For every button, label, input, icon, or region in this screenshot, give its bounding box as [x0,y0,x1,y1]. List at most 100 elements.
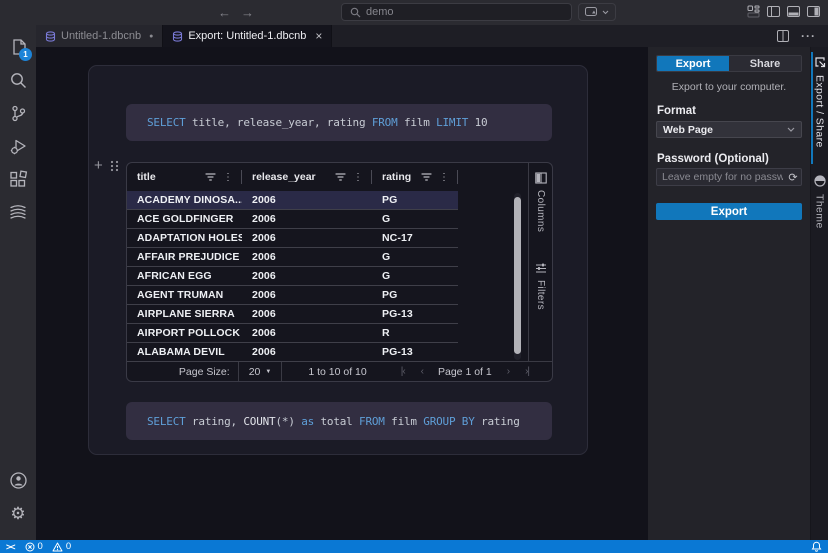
table-cell: NC-17 [382,232,413,244]
table-cell: ADAPTATION HOLES [137,232,242,244]
format-value: Web Page [663,123,713,136]
column-menu-icon[interactable]: ⋮ [223,172,233,183]
columns-icon [534,172,547,184]
tab-export-notebook[interactable]: Export: Untitled-1.dbcnb × [163,25,333,47]
sql-token: total [314,414,360,428]
table-row[interactable]: ADAPTATION HOLES 2006 NC-17 [127,229,458,248]
prev-page-icon[interactable]: ‹ [421,366,425,377]
remote-indicator-icon[interactable]: >< [6,542,15,552]
sql-token: SELECT [147,414,186,428]
column-menu-icon[interactable]: ⋮ [439,172,449,183]
first-page-icon[interactable]: |‹ [401,366,406,377]
panel-tab-strip: Export / Share Theme [810,47,828,540]
sql-cell-2[interactable]: SELECT rating, COUNT (*) as total FROM fi… [126,402,552,440]
filter-icon[interactable] [421,172,432,182]
tab-bar: Untitled-1.dbcnb ● Export: Untitled-1.db… [36,25,828,47]
table-cell: PG-13 [382,308,413,320]
table-row[interactable]: AIRPORT POLLOCK 2006 R [127,324,458,343]
last-page-icon[interactable]: ›| [525,366,530,377]
sidebar-item-source-control[interactable] [0,97,36,130]
format-select[interactable]: Web Page [656,121,802,138]
tool-panel-columns[interactable]: Columns [534,172,547,232]
customize-layout-icon[interactable] [747,5,760,18]
column-header-release_year[interactable]: release_year ⋮ [242,163,372,191]
tab-untitled-notebook[interactable]: Untitled-1.dbcnb ● [36,25,164,47]
more-actions-icon[interactable]: ··· [801,30,816,42]
tool-panel-filters[interactable]: Filters [535,262,547,310]
toggle-sidebar-right-icon[interactable] [807,5,820,18]
share-tab-button[interactable]: Share [729,56,801,71]
sidebar-item-database[interactable] [0,196,36,229]
add-cell-icon[interactable]: + [94,158,103,173]
copilot-button[interactable] [578,3,616,21]
filters-icon [535,262,547,274]
table-row[interactable]: AIRPLANE SIERRA 2006 PG-13 [127,305,458,324]
panel-tab-theme[interactable]: Theme [811,175,828,229]
table-cell: AIRPLANE SIERRA [137,308,235,320]
sql-token: rating [474,414,520,428]
sql-token: SELECT [147,116,186,129]
table-cell: 2006 [252,289,276,301]
table-cell: 2006 [252,327,276,339]
sidebar-item-extensions[interactable] [0,163,36,196]
sql-token: rating, [185,414,244,428]
nav-forward-icon[interactable]: → [241,4,254,21]
password-input[interactable] [657,171,785,183]
next-page-icon[interactable]: › [507,366,511,377]
format-label: Format [657,105,696,117]
chevron-down-icon [787,127,795,132]
grid-scrollbar[interactable] [514,193,521,360]
run-debug-icon [9,137,28,156]
split-editor-icon[interactable] [777,30,789,42]
table-cell: 2006 [252,194,276,206]
table-cell: ACADEMY DINOSA... [137,194,242,206]
generate-password-icon[interactable]: ⟳ [785,171,801,184]
command-center-search[interactable]: demo [341,3,572,21]
table-row[interactable]: AFRICAN EGG 2006 G [127,267,458,286]
tab-label: Export: Untitled-1.dbcnb [188,30,307,42]
status-bar: >< 0 0 [0,540,828,553]
error-icon [25,542,35,552]
close-icon[interactable]: × [315,29,322,43]
sql-cell-1[interactable]: SELECT title, release_year, rating FROM … [126,104,552,141]
chevron-down-icon [602,10,609,15]
table-cell: PG-13 [382,346,413,358]
export-tab-button[interactable]: Export [657,56,729,71]
filter-icon[interactable] [205,172,216,182]
toggle-panel-icon[interactable] [787,5,800,18]
tool-panel-label: Filters [535,280,546,311]
sidebar-item-run-debug[interactable] [0,130,36,163]
column-header-title[interactable]: title ⋮ [127,163,242,191]
table-row[interactable]: AFFAIR PREJUDICE 2006 G [127,248,458,267]
nav-back-icon[interactable]: ← [218,4,231,21]
sql-token: (*) [275,414,302,428]
export-button[interactable]: Export [656,203,802,220]
sidebar-item-search[interactable] [0,64,36,97]
table-row[interactable]: AGENT TRUMAN 2006 PG [127,286,458,305]
table-cell: 2006 [252,270,276,282]
activity-bar: 1 ⚙ [0,25,36,540]
table-row[interactable]: ACADEMY DINOSA... 2006 PG [127,191,458,210]
grid-body: ACADEMY DINOSA... 2006 PG ACE GOLDFINGER 200… [127,191,528,362]
column-header-rating[interactable]: rating ⋮ [372,163,458,191]
toggle-sidebar-left-icon[interactable] [767,5,780,18]
password-label: Password (Optional) [657,153,769,165]
dropdown-arrow-icon: ▼ [265,368,272,375]
drag-handle-icon[interactable] [110,160,119,172]
sidebar-item-notebooks[interactable]: 1 [0,31,36,64]
column-menu-icon[interactable]: ⋮ [353,172,363,183]
table-row[interactable]: ACE GOLDFINGER 2006 G [127,210,458,229]
notebook-count-badge: 1 [19,48,32,61]
notifications-bell-icon[interactable] [811,541,822,552]
export-share-segmented-control: Export Share [656,55,802,72]
panel-tab-export-share[interactable]: Export / Share [811,56,828,148]
account-button[interactable] [0,464,36,497]
settings-button[interactable]: ⚙ [0,497,36,530]
filter-icon[interactable] [335,172,346,182]
page-size-select[interactable]: 20 ▼ [237,361,283,381]
problems-indicator[interactable]: 0 0 [25,541,71,552]
grid-scrollbar-thumb[interactable] [514,197,521,354]
page-indicator: Page 1 of 1 [438,365,492,378]
modified-dot-icon[interactable]: ● [149,33,153,40]
table-row[interactable]: ALABAMA DEVIL 2006 PG-13 [127,343,458,362]
